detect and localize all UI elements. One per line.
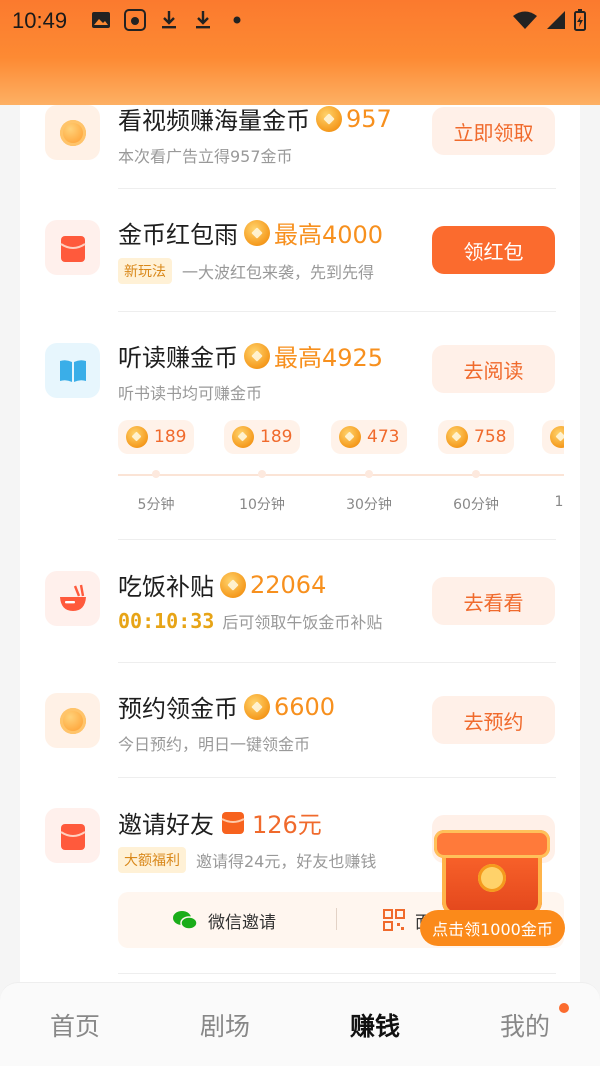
task-title: 邀请好友 126元 xyxy=(118,805,322,840)
timeline-track xyxy=(118,474,564,476)
milestone-label: 1 xyxy=(554,494,564,510)
timeline-tick xyxy=(472,470,480,478)
dot-icon xyxy=(226,9,248,31)
rice-bowl-icon xyxy=(59,584,86,611)
coin-icon xyxy=(126,426,148,448)
qrcode-icon xyxy=(383,909,405,931)
coin-icon xyxy=(446,426,468,448)
task-icon xyxy=(45,343,100,398)
task-title: 预约领金币 6600 xyxy=(118,692,336,724)
status-time: 10:49 xyxy=(12,8,68,33)
coin-icon xyxy=(59,119,86,146)
task-icon xyxy=(45,808,100,863)
view-button[interactable]: 去看看 xyxy=(432,577,555,625)
task-icon xyxy=(45,105,100,160)
coin-icon xyxy=(59,707,86,734)
task-subtitle: 听书读书均可赚金币 xyxy=(118,384,263,403)
image-icon xyxy=(90,9,112,31)
divider xyxy=(118,662,556,663)
red-packet-button[interactable]: 领红包 xyxy=(432,226,555,274)
milestone-chip[interactable]: 473 xyxy=(331,420,408,454)
timeline-tick xyxy=(152,470,160,478)
task-subtitle: 新玩法 一大波红包来袭，先到先得 xyxy=(118,258,374,284)
notification-icons xyxy=(90,9,248,31)
app-badge-icon xyxy=(124,9,146,31)
divider xyxy=(118,973,556,974)
milestone-chip[interactable]: 189 xyxy=(224,420,301,454)
divider xyxy=(118,188,556,189)
red-packet-icon xyxy=(59,235,86,262)
task-subtitle: 00:10:33 后可领取午饭金币补贴 xyxy=(118,609,383,633)
notification-dot xyxy=(559,1002,569,1013)
nav-home[interactable]: 首页 xyxy=(15,1007,135,1043)
big-benefit-tag: 大额福利 xyxy=(118,847,186,873)
milestone-label: 10分钟 xyxy=(239,497,285,513)
task-title: 吃饭补贴 22064 xyxy=(118,570,327,602)
coin-icon xyxy=(244,219,270,246)
task-subtitle: 本次看广告立得957金币 xyxy=(118,147,293,166)
timeline-tick xyxy=(258,470,266,478)
timeline-tick xyxy=(365,470,373,478)
milestone-label: 5分钟 xyxy=(137,497,175,513)
task-title: 听读赚金币 最高4925 xyxy=(118,338,383,373)
milestone-chip[interactable]: 758 xyxy=(438,420,515,454)
signal-icon xyxy=(546,10,566,34)
task-reward: 957 xyxy=(346,104,392,133)
divider xyxy=(118,539,556,540)
task-reward: 22064 xyxy=(250,570,327,599)
treasure-chest-widget[interactable]: 点击领1000金币 xyxy=(420,826,565,946)
download-icon xyxy=(192,9,214,31)
new-play-tag: 新玩法 xyxy=(118,258,172,284)
divider xyxy=(118,311,556,312)
task-reward: 6600 xyxy=(274,692,336,721)
chest-lock-icon xyxy=(478,864,506,892)
task-icon xyxy=(45,571,100,626)
task-reward: 126元 xyxy=(252,811,322,839)
coin-icon xyxy=(244,693,270,720)
milestone-label: 60分钟 xyxy=(453,497,499,513)
task-icon xyxy=(45,693,100,748)
claim-coins-pill[interactable]: 点击领1000金币 xyxy=(420,910,565,946)
download-icon xyxy=(158,9,180,31)
task-subtitle: 今日预约，明日一键领金币 xyxy=(118,735,311,754)
red-envelope-icon xyxy=(221,811,245,834)
task-reward: 最高4925 xyxy=(274,344,384,372)
separator xyxy=(336,908,337,930)
coin-icon xyxy=(232,426,254,448)
red-packet-icon xyxy=(59,823,86,850)
reading-timeline: 189 189 473 758 5分钟 10分钟 30分钟 60分钟 1 xyxy=(118,420,564,520)
coin-icon xyxy=(550,426,564,448)
nav-mine[interactable]: 我的 xyxy=(465,1002,585,1043)
battery-icon xyxy=(574,9,586,35)
wechat-invite[interactable]: 微信邀请 xyxy=(172,908,276,933)
task-title: 金币红包雨 最高4000 xyxy=(118,215,383,250)
read-button[interactable]: 去阅读 xyxy=(432,345,555,393)
status-bar: 10:49 xyxy=(0,0,600,105)
countdown-timer: 00:10:33 xyxy=(118,609,215,633)
claim-button[interactable]: 立即领取 xyxy=(432,107,555,155)
wechat-icon xyxy=(173,911,198,930)
coin-icon xyxy=(316,105,342,132)
wifi-icon xyxy=(512,10,538,34)
reserve-button[interactable]: 去预约 xyxy=(432,696,555,744)
book-icon xyxy=(59,359,86,382)
nav-theater[interactable]: 剧场 xyxy=(165,1007,285,1043)
system-icons xyxy=(512,9,586,35)
bottom-nav: 首页 剧场 赚钱 我的 xyxy=(0,982,600,1066)
milestone-chip[interactable] xyxy=(542,420,564,454)
task-icon xyxy=(45,220,100,275)
task-title: 看视频赚海量金币 957 xyxy=(118,104,392,136)
task-subtitle: 大额福利 邀请得24元，好友也赚钱 xyxy=(118,847,376,873)
nav-earn[interactable]: 赚钱 xyxy=(315,1007,435,1043)
milestone-chip[interactable]: 189 xyxy=(118,420,195,454)
coin-icon xyxy=(339,426,361,448)
task-reward: 最高4000 xyxy=(274,221,384,249)
milestone-label: 30分钟 xyxy=(346,497,392,513)
chest-lid xyxy=(434,830,550,858)
divider xyxy=(118,777,556,778)
coin-icon xyxy=(244,342,270,369)
coin-icon xyxy=(220,571,246,598)
